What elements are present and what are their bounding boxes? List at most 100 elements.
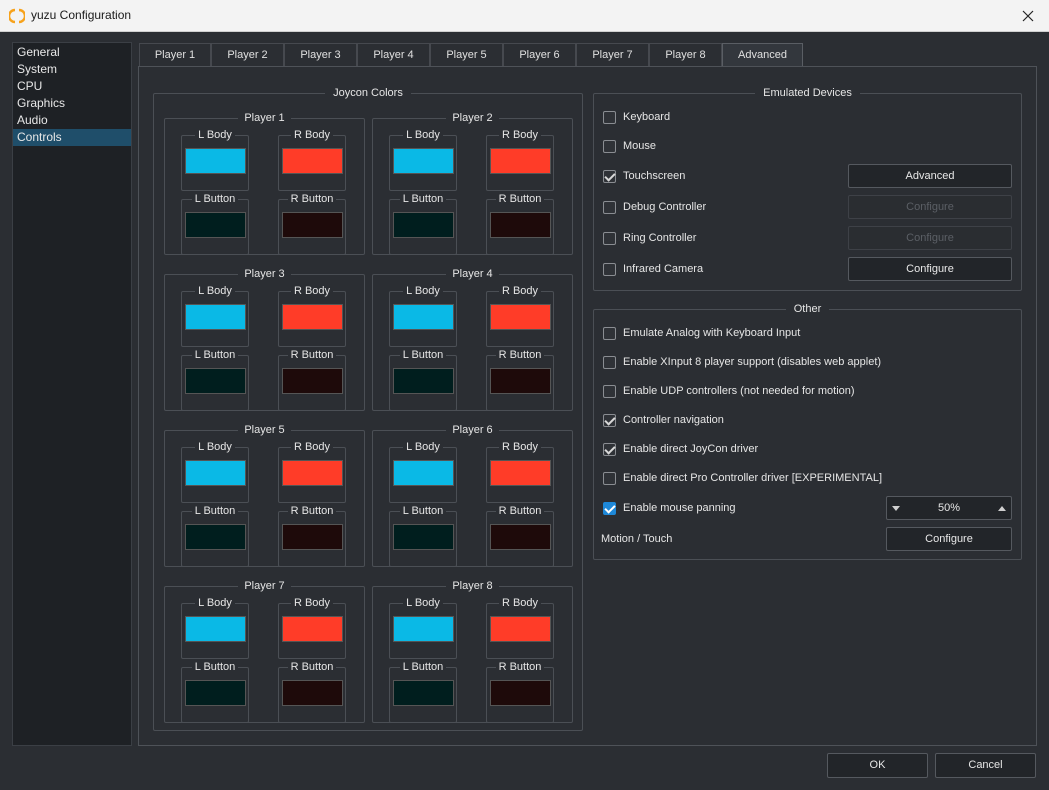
mouse-panning-checkbox[interactable] [603,501,616,515]
touchscreen-option[interactable]: Touchscreen [603,167,685,185]
r-button-color-button[interactable] [490,524,551,550]
controller-navigation-checkbox[interactable] [603,413,616,427]
l-body-color-button[interactable] [393,148,454,174]
udp-checkbox[interactable] [603,384,616,398]
emulate-analog-option[interactable]: Emulate Analog with Keyboard Input [603,324,800,342]
l-button-box: L Button [389,193,457,255]
tab-player-8[interactable]: Player 8 [649,43,722,67]
motion-touch-configure-button[interactable]: Configure [886,527,1012,551]
joycon-driver-option[interactable]: Enable direct JoyCon driver [603,440,758,458]
emulate-analog-checkbox[interactable] [603,326,616,340]
r-body-color-button[interactable] [282,304,343,330]
l-body-label: L Body [403,597,443,609]
l-button-color-button[interactable] [393,524,454,550]
r-button-box: R Button [486,349,554,411]
player-5-color-group: Player 5L Body R Body L Button R Button [164,424,365,567]
mouse-panning-option[interactable]: Enable mouse panning [603,499,736,517]
keyboard-checkbox[interactable] [603,110,616,124]
r-body-color-button[interactable] [490,304,551,330]
l-button-color-button[interactable] [393,368,454,394]
r-button-color-button[interactable] [282,368,343,394]
tab-player-2[interactable]: Player 2 [211,43,284,67]
r-button-color-button[interactable] [490,212,551,238]
tab-player-5[interactable]: Player 5 [430,43,503,67]
category-general[interactable]: General [13,44,131,61]
tab-player-1[interactable]: Player 1 [139,43,211,67]
debug-controller-checkbox[interactable] [603,200,616,214]
joycon-driver-checkbox[interactable] [603,442,616,456]
l-button-color-button[interactable] [185,212,246,238]
category-graphics[interactable]: Graphics [13,95,131,112]
l-body-color-button[interactable] [185,616,246,642]
l-button-color-button[interactable] [185,368,246,394]
r-body-color-button[interactable] [282,616,343,642]
r-body-color-button[interactable] [490,616,551,642]
r-body-color-button[interactable] [282,148,343,174]
r-button-color-button[interactable] [282,524,343,550]
category-cpu[interactable]: CPU [13,78,131,95]
r-button-label: R Button [495,661,545,673]
infrared-camera-configure-button[interactable]: Configure [848,257,1012,281]
controller-navigation-option[interactable]: Controller navigation [603,411,724,429]
category-audio[interactable]: Audio [13,112,131,129]
player-8-color-group: Player 8L Body R Body L Button R Button [372,580,573,723]
category-controls[interactable]: Controls [13,129,131,146]
r-body-color-button[interactable] [490,460,551,486]
l-body-color-button[interactable] [185,460,246,486]
pro-controller-driver-option[interactable]: Enable direct Pro Controller driver [EXP… [603,469,882,487]
tab-player-6[interactable]: Player 6 [503,43,576,67]
r-button-box: R Button [486,505,554,567]
ring-controller-configure-button[interactable]: Configure [848,226,1012,250]
l-body-color-button[interactable] [185,304,246,330]
r-button-color-button[interactable] [490,680,551,706]
debug-controller-configure-button[interactable]: Configure [848,195,1012,219]
r-body-color-button[interactable] [490,148,551,174]
cancel-button[interactable]: Cancel [935,753,1036,778]
spin-down-icon[interactable] [892,506,900,511]
touchscreen-checkbox[interactable] [603,169,616,183]
debug-controller-option[interactable]: Debug Controller [603,198,706,216]
l-button-label: L Button [399,505,447,517]
l-button-color-button[interactable] [185,524,246,550]
tab-advanced[interactable]: Advanced [722,43,803,68]
touchscreen-advanced-button[interactable]: Advanced [848,164,1012,188]
r-body-color-button[interactable] [282,460,343,486]
player-6-color-group: Player 6L Body R Body L Button R Button [372,424,573,567]
infrared-camera-option[interactable]: Infrared Camera [603,260,703,278]
emulated-devices-title: Emulated Devices [755,87,860,99]
ring-controller-checkbox[interactable] [603,231,616,245]
category-system[interactable]: System [13,61,131,78]
ring-controller-option[interactable]: Ring Controller [603,229,696,247]
l-body-color-button[interactable] [393,616,454,642]
udp-option[interactable]: Enable UDP controllers (not needed for m… [603,382,855,400]
l-button-color-button[interactable] [185,680,246,706]
r-body-label: R Body [498,285,542,297]
r-body-label: R Body [290,129,334,141]
xinput-checkbox[interactable] [603,355,616,369]
joycon-colors-title: Joycon Colors [325,87,411,99]
infrared-camera-checkbox[interactable] [603,262,616,276]
mouse-checkbox[interactable] [603,139,616,153]
mouse-panning-spinbox[interactable]: 50% [886,496,1012,520]
r-button-label: R Button [495,193,545,205]
r-button-color-button[interactable] [490,368,551,394]
l-body-color-button[interactable] [393,460,454,486]
close-window-button[interactable] [1015,3,1041,29]
tab-player-4[interactable]: Player 4 [357,43,430,67]
l-button-color-button[interactable] [393,212,454,238]
tab-player-3[interactable]: Player 3 [284,43,357,67]
ok-button[interactable]: OK [827,753,928,778]
r-button-label: R Button [287,505,337,517]
tab-player-7[interactable]: Player 7 [576,43,649,67]
xinput-option[interactable]: Enable XInput 8 player support (disables… [603,353,881,371]
l-button-color-button[interactable] [393,680,454,706]
keyboard-option[interactable]: Keyboard [603,108,670,126]
r-button-color-button[interactable] [282,212,343,238]
mouse-option[interactable]: Mouse [603,137,656,155]
category-list[interactable]: General System CPU Graphics Audio Contro… [12,42,132,746]
r-button-color-button[interactable] [282,680,343,706]
pro-controller-driver-checkbox[interactable] [603,471,616,485]
spin-up-icon[interactable] [998,506,1006,511]
l-body-color-button[interactable] [393,304,454,330]
l-body-color-button[interactable] [185,148,246,174]
